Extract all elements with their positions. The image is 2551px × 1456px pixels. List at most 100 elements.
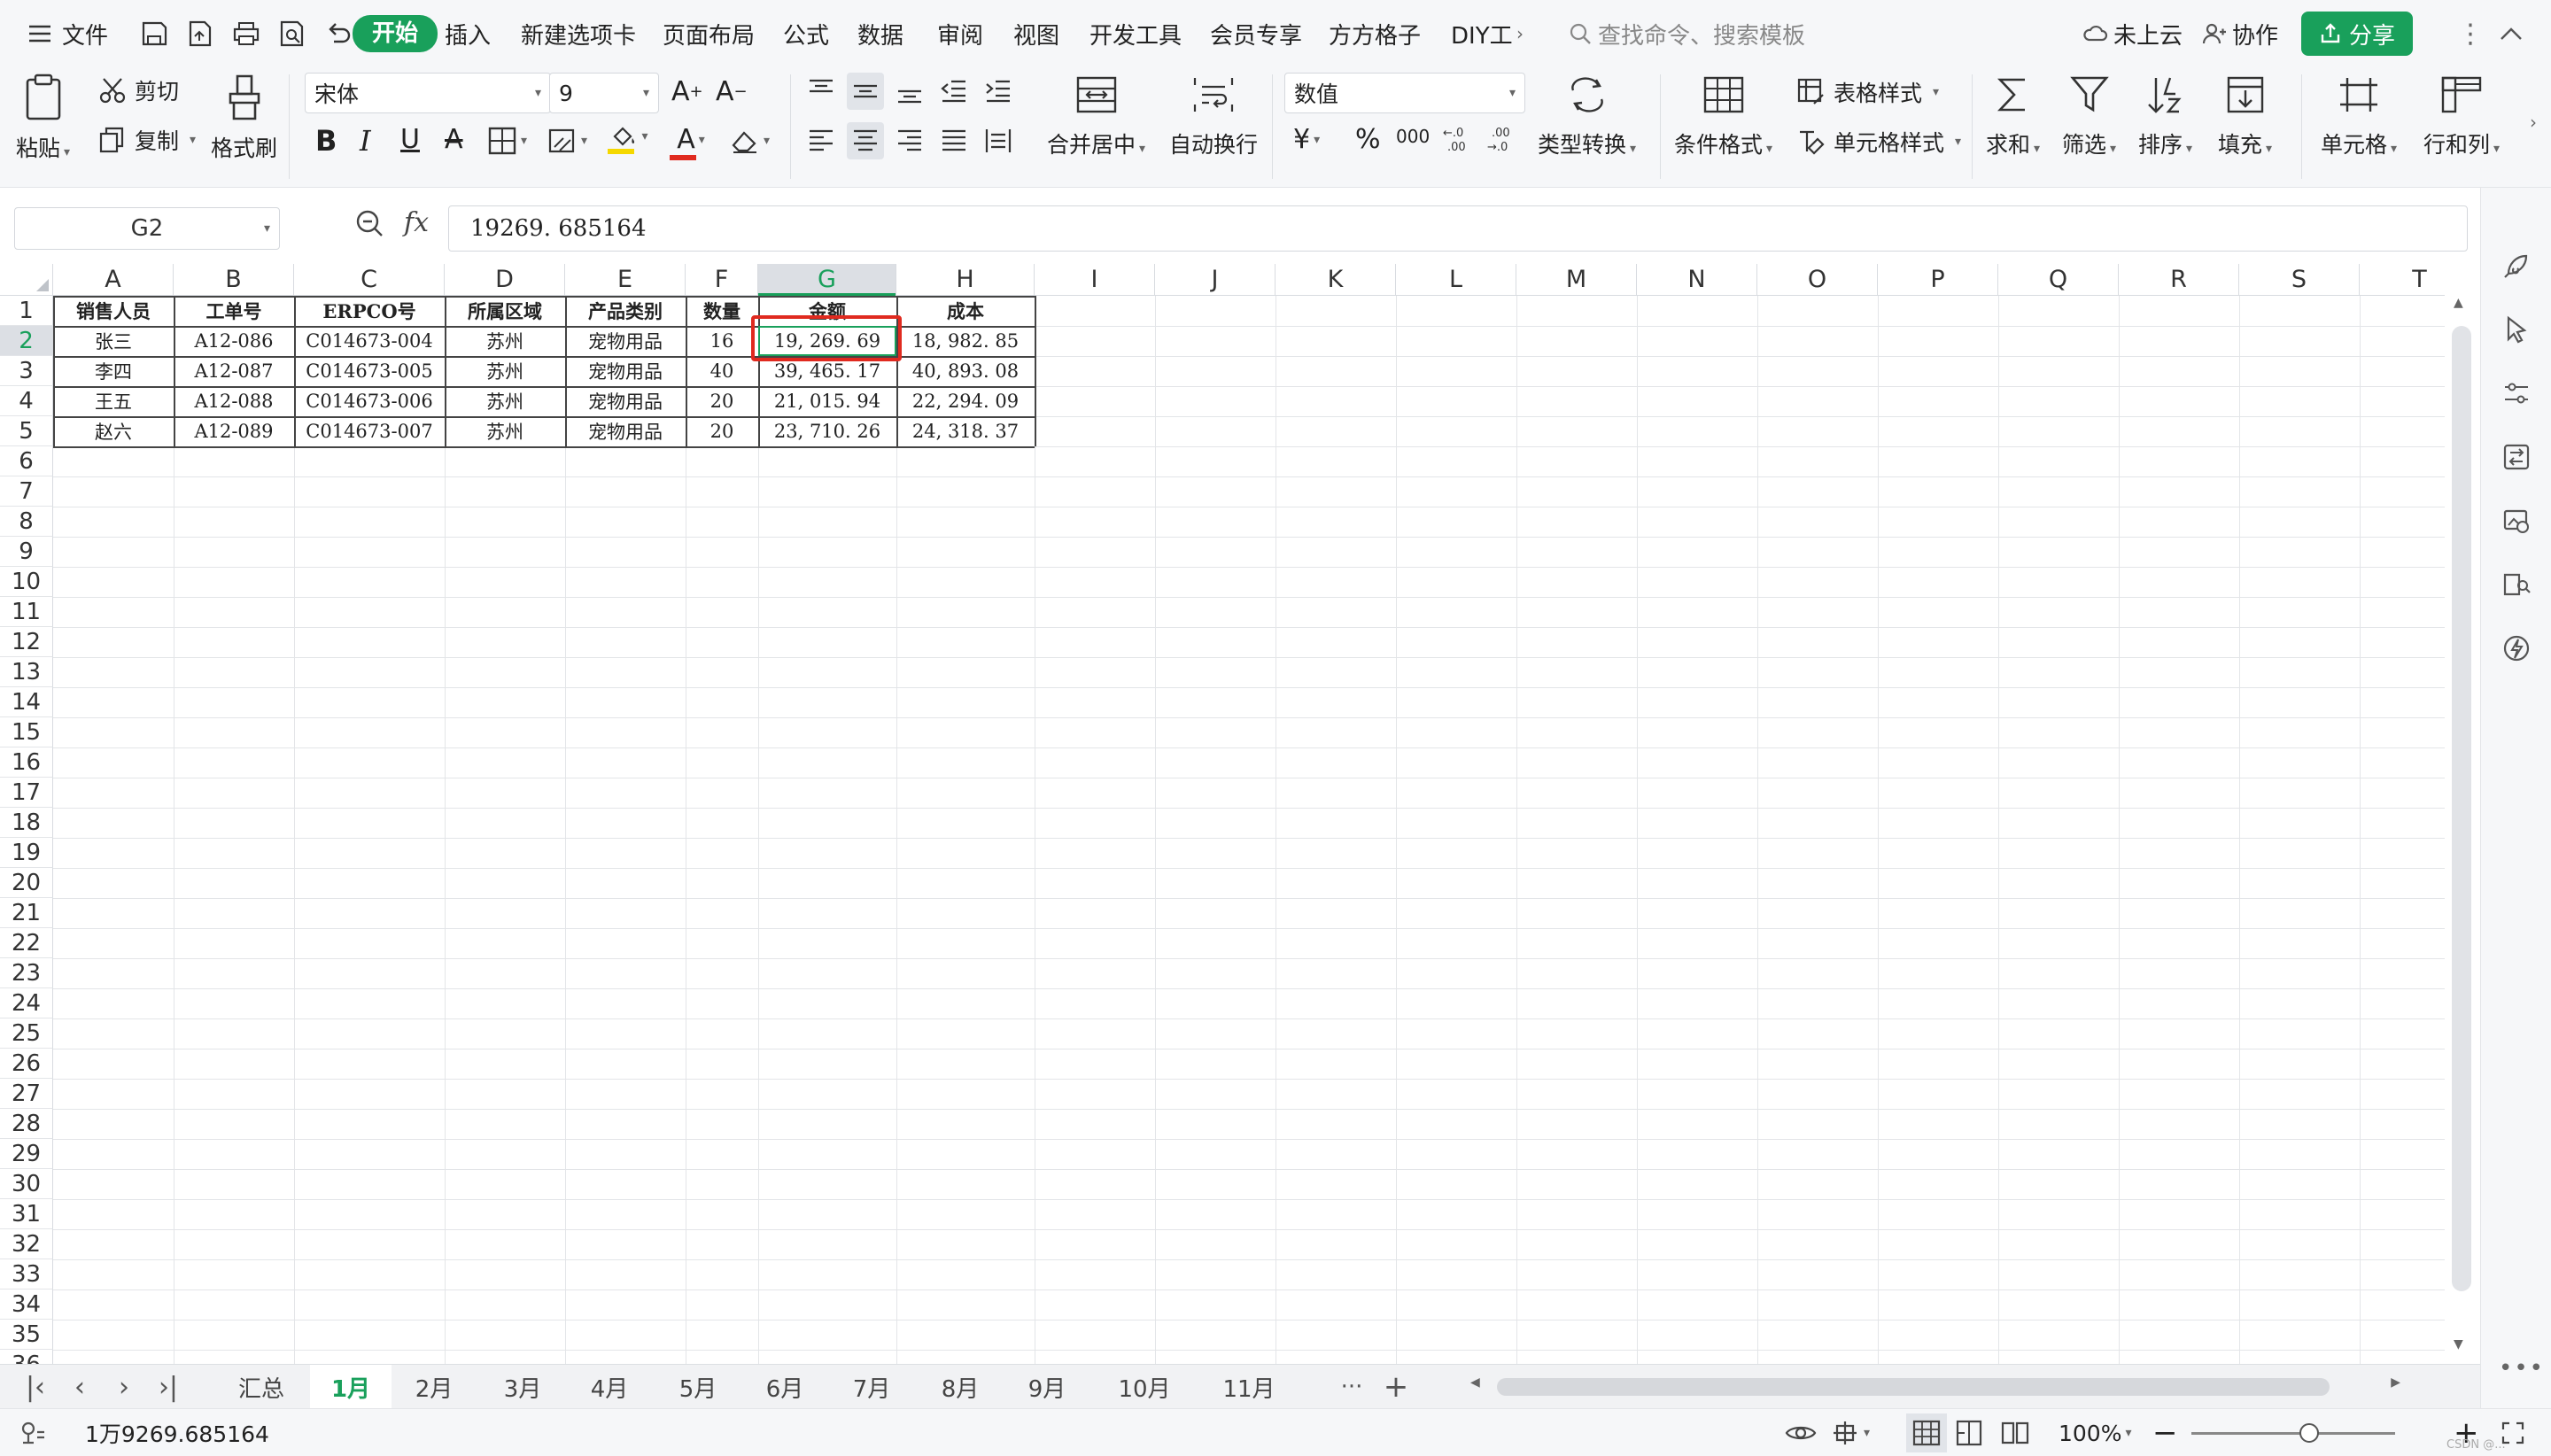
first-sheet-icon[interactable]: |‹ [18, 1365, 53, 1409]
table-cell[interactable]: 宠物用品 [565, 416, 686, 446]
table-cell[interactable]: 苏州 [445, 416, 565, 446]
percent-format-icon[interactable]: % [1355, 124, 1381, 155]
sheet-tab-2[interactable]: 2月 [395, 1365, 473, 1409]
page-layout-view-icon[interactable] [2000, 1409, 2030, 1456]
justify-icon[interactable] [939, 126, 969, 156]
table-header-cell[interactable]: 工单号 [174, 296, 294, 326]
table-cell[interactable]: 22, 294. 09 [896, 386, 1035, 416]
sheet-tab-7[interactable]: 7月 [833, 1365, 911, 1409]
more-options-icon[interactable]: ⋮ [2457, 0, 2484, 67]
zoom-level[interactable]: 100% ▾ [2059, 1409, 2132, 1456]
increase-font-icon[interactable]: A + [671, 76, 703, 107]
cloud-status[interactable]: 未上云 [2082, 0, 2183, 67]
table-header-cell[interactable]: 成本 [896, 296, 1035, 326]
table-header-cell[interactable]: 所属区域 [445, 296, 565, 326]
row-header-28[interactable]: 28 [0, 1109, 53, 1139]
sort-button[interactable]: 排序 ▾ [2138, 74, 2192, 159]
collapse-ribbon-icon[interactable] [2498, 0, 2524, 67]
row-header-18[interactable]: 18 [0, 808, 53, 838]
print-icon[interactable] [230, 18, 262, 50]
cut-button[interactable]: 剪切 [97, 74, 179, 106]
table-cell[interactable]: 宠物用品 [565, 356, 686, 386]
table-cell[interactable]: C014673-005 [294, 356, 445, 386]
sheet-tab-6[interactable]: 6月 [746, 1365, 824, 1409]
table-cell[interactable]: 20 [686, 416, 758, 446]
clear-format-icon[interactable]: ▾ [730, 126, 770, 156]
font-name-select[interactable]: 宋体 ▾ [305, 73, 551, 113]
paste-button[interactable]: 粘贴 ▾ [16, 73, 70, 163]
next-sheet-icon[interactable]: › [106, 1365, 142, 1409]
sum-button[interactable]: 求和 ▾ [1986, 74, 2040, 159]
scroll-down-icon[interactable]: ▼ [2454, 1337, 2463, 1351]
table-cell[interactable]: 王五 [53, 386, 174, 416]
image-settings-icon[interactable] [2497, 501, 2536, 540]
row-header-22[interactable]: 22 [0, 928, 53, 958]
save-icon[interactable] [138, 18, 170, 50]
decrease-font-icon[interactable]: A − [716, 76, 748, 107]
transform-icon[interactable] [2497, 438, 2536, 476]
table-header-cell[interactable]: 销售人员 [53, 296, 174, 326]
filter-button[interactable]: 筛选 ▾ [2062, 74, 2116, 159]
sheet-tab-9[interactable]: 9月 [1008, 1365, 1086, 1409]
table-cell[interactable]: C014673-007 [294, 416, 445, 446]
row-header-15[interactable]: 15 [0, 717, 53, 747]
column-header-i[interactable]: I [1035, 264, 1155, 296]
cell-fill-pattern-icon[interactable]: ▾ [547, 126, 587, 156]
file-menu[interactable]: 文件 [27, 0, 108, 67]
zoom-slider[interactable] [2191, 1432, 2395, 1435]
column-header-p[interactable]: P [1878, 264, 1998, 296]
book-search-icon[interactable] [2497, 565, 2536, 604]
row-header-4[interactable]: 4 [0, 386, 53, 416]
table-header-cell[interactable]: ERPCO号 [294, 296, 445, 326]
column-header-g[interactable]: G [758, 264, 896, 296]
table-cell[interactable]: 16 [686, 326, 758, 356]
conditional-format-button[interactable]: 条件格式 ▾ [1674, 74, 1772, 159]
row-header-11[interactable]: 11 [0, 597, 53, 627]
column-header-j[interactable]: J [1155, 264, 1276, 296]
table-cell[interactable]: 18, 982. 85 [896, 326, 1035, 356]
sheet-tab-10[interactable]: 10月 [1095, 1365, 1194, 1409]
row-header-25[interactable]: 25 [0, 1018, 53, 1049]
row-header-3[interactable]: 3 [0, 356, 53, 386]
tab-member[interactable]: 会员专享 [1210, 0, 1302, 67]
strikethrough-icon[interactable]: A [445, 124, 463, 155]
column-header-a[interactable]: A [53, 264, 174, 296]
row-header-24[interactable]: 24 [0, 988, 53, 1018]
sheet-tab-5[interactable]: 5月 [659, 1365, 737, 1409]
row-header-35[interactable]: 35 [0, 1320, 53, 1350]
command-search[interactable]: 查找命令、搜索模板 [1568, 0, 1805, 67]
table-cell[interactable]: 21, 015. 94 [758, 386, 896, 416]
horizontal-scroll-thumb[interactable] [1497, 1378, 2330, 1396]
row-header-13[interactable]: 13 [0, 657, 53, 687]
vertical-scroll-thumb[interactable] [2452, 326, 2471, 1291]
horizontal-scrollbar[interactable]: ◀ ▶ [1462, 1375, 2409, 1398]
table-cell[interactable]: 宠物用品 [565, 386, 686, 416]
column-header-q[interactable]: Q [1998, 264, 2119, 296]
bold-icon[interactable]: B [315, 124, 337, 158]
row-header-19[interactable]: 19 [0, 838, 53, 868]
undo-icon[interactable] [322, 18, 354, 50]
type-convert-button[interactable]: 类型转换 ▾ [1538, 74, 1636, 159]
cell-style-button[interactable]: 单元格样式 ▾ [1796, 126, 1961, 158]
print-preview-icon[interactable] [276, 18, 308, 50]
read-mode-icon[interactable]: ▾ [1830, 1409, 1870, 1456]
table-cell[interactable]: A12-087 [174, 356, 294, 386]
fill-button[interactable]: 填充 ▾ [2218, 74, 2272, 159]
select-cursor-icon[interactable] [2497, 310, 2536, 349]
table-cell[interactable]: A12-088 [174, 386, 294, 416]
column-header-t[interactable]: T [2360, 264, 2445, 296]
table-cell[interactable]: A12-089 [174, 416, 294, 446]
align-top-icon[interactable] [806, 76, 836, 106]
align-center-icon[interactable] [847, 122, 884, 159]
row-header-27[interactable]: 27 [0, 1079, 53, 1109]
align-right-icon[interactable] [895, 126, 925, 156]
distributed-align-icon[interactable] [983, 126, 1013, 156]
tab-page-layout[interactable]: 页面布局 [663, 0, 755, 67]
name-box[interactable]: G2 ▾ [14, 207, 280, 250]
column-header-r[interactable]: R [2119, 264, 2239, 296]
vertical-scrollbar[interactable]: ▲ ▼ [2445, 264, 2480, 1362]
decrease-decimal-icon[interactable]: .00 →.0 [1486, 124, 1516, 154]
sheet-tab-3[interactable]: 3月 [484, 1365, 562, 1409]
row-header-34[interactable]: 34 [0, 1289, 53, 1320]
tab-formulas[interactable]: 公式 [783, 0, 829, 67]
